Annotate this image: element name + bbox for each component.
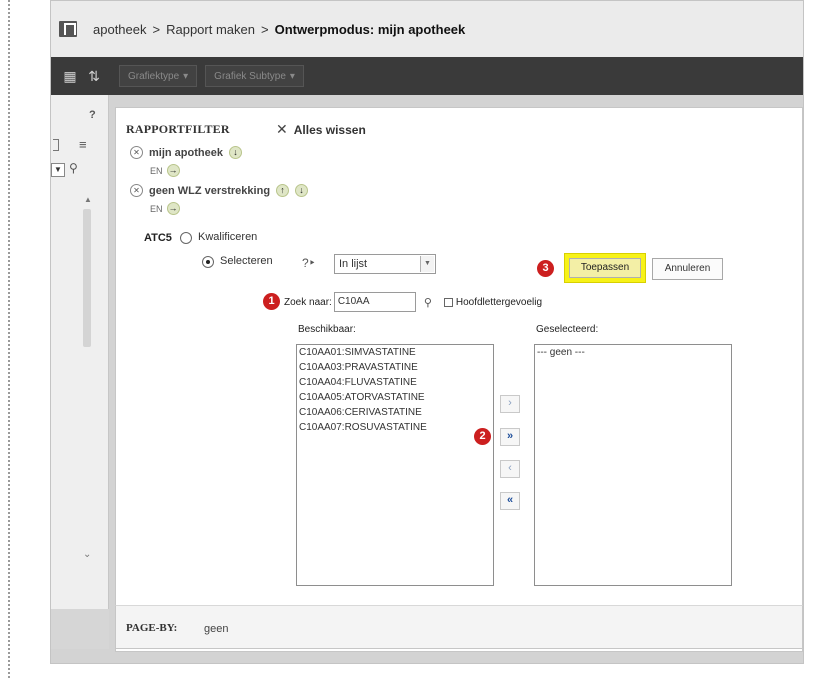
list-item[interactable]: C10AA07:ROSUVASTATINE <box>297 420 493 435</box>
atc-attribute-label: ATC5 <box>144 232 172 244</box>
crumb-separator: > <box>260 21 269 37</box>
report-home-icon[interactable] <box>59 21 77 37</box>
panel-toggle-icon[interactable] <box>53 139 59 151</box>
filter-title: RAPPORTFILTER <box>126 122 230 136</box>
scroll-down-icon[interactable]: ⌄ <box>83 549 91 560</box>
connector: EN → <box>150 202 180 215</box>
move-right-button[interactable]: › <box>500 395 520 413</box>
selected-label: Geselecteerd: <box>536 324 599 335</box>
move-left-button[interactable]: ‹ <box>500 460 520 478</box>
filter-condition[interactable]: ✕ mijn apotheek ↓ <box>130 146 242 159</box>
remove-condition-icon[interactable]: ✕ <box>130 146 143 159</box>
list-view-icon[interactable]: ≡ <box>79 137 87 152</box>
clear-all-button[interactable]: ✕ Alles wissen <box>276 121 366 138</box>
chart-type-label: Grafiektype <box>128 70 180 82</box>
chart-subtype-label: Grafiek Subtype <box>214 70 286 82</box>
step-3-badge: 3 <box>537 260 554 277</box>
crumb-apotheek[interactable]: apotheek <box>93 22 147 37</box>
qualify-radio[interactable] <box>180 232 192 244</box>
indent-icon[interactable]: → <box>166 164 180 177</box>
cancel-button[interactable]: Annuleren <box>652 258 723 280</box>
search-icon[interactable]: ⚲ <box>424 296 432 309</box>
operator-value: In lijst <box>339 258 368 270</box>
object-select[interactable]: ▼ <box>51 163 65 177</box>
clear-all-label: Alles wissen <box>293 122 366 137</box>
breadcrumb: apotheek > Rapport maken > Ontwerpmodus:… <box>93 22 465 37</box>
chart-subtype-dropdown[interactable]: Grafiek Subtype ▾ <box>205 65 304 87</box>
selected-listbox[interactable]: --- geen --- <box>534 344 732 586</box>
select-radio[interactable] <box>202 256 214 268</box>
connector-label[interactable]: EN <box>150 166 163 176</box>
search-label: Zoek naar: <box>284 296 332 308</box>
step-2-badge: 2 <box>474 428 491 445</box>
operator-dropdown[interactable]: In lijst ▼ <box>334 254 436 274</box>
left-pane-footer <box>51 609 109 649</box>
crumb-separator: > <box>152 21 161 37</box>
toolbar: ▦ ⇅ Grafiektype ▾ Grafiek Subtype ▾ <box>51 57 803 95</box>
list-item: --- geen --- <box>537 347 585 358</box>
search-row: Zoek naar: C10AA ⚲ Hoofdlettergevoelig <box>284 292 542 312</box>
list-item[interactable]: C10AA03:PRAVASTATINE <box>297 360 493 375</box>
move-up-icon[interactable]: ↑ <box>276 184 290 197</box>
help-icon[interactable]: ? <box>89 109 96 121</box>
search-input[interactable]: C10AA <box>333 292 416 312</box>
chart-type-dropdown[interactable]: Grafiektype ▾ <box>119 65 198 87</box>
scrollbar[interactable] <box>83 209 91 347</box>
list-item[interactable]: C10AA04:FLUVASTATINE <box>297 375 493 390</box>
object-browser-pane: ? ≡ ▼ ⚲ ▲ ⌄ <box>51 95 109 609</box>
remove-condition-icon[interactable]: ✕ <box>130 184 143 197</box>
chart-icon[interactable]: ▦ <box>61 68 79 85</box>
list-item[interactable]: C10AA01:SIMVASTATINE <box>297 345 493 360</box>
condition-label[interactable]: geen WLZ verstrekking <box>149 185 270 197</box>
dotted-border <box>8 0 10 678</box>
report-editor-window: apotheek > Rapport maken > Ontwerpmodus:… <box>50 0 804 664</box>
available-listbox[interactable]: C10AA01:SIMVASTATINE C10AA03:PRAVASTATIN… <box>296 344 494 586</box>
apply-button-highlight: Toepassen <box>564 253 646 283</box>
indent-icon[interactable]: → <box>166 202 180 215</box>
page-by-label: PAGE-BY: <box>126 622 178 634</box>
page: apotheek > Rapport maken > Ontwerpmodus:… <box>0 0 819 678</box>
connector-label[interactable]: EN <box>150 204 163 214</box>
list-item[interactable]: C10AA05:ATORVASTATINE <box>297 390 493 405</box>
crumb-current: Ontwerpmodus: mijn apotheek <box>274 21 466 37</box>
chevron-down-icon: ▾ <box>289 70 295 82</box>
move-all-right-button[interactable]: » <box>500 428 520 446</box>
sort-icon[interactable]: ⇅ <box>85 68 103 85</box>
help-icon[interactable]: ?‣ <box>302 256 316 270</box>
page-by-value[interactable]: geen <box>204 623 228 635</box>
condition-label[interactable]: mijn apotheek <box>149 147 223 159</box>
connector: EN → <box>150 164 180 177</box>
available-label: Beschikbaar: <box>298 324 356 335</box>
select-label: Selecteren <box>220 255 273 267</box>
apply-button[interactable]: Toepassen <box>569 258 641 278</box>
chevron-down-icon: ▾ <box>183 70 189 82</box>
move-down-icon[interactable]: ↓ <box>295 184 309 197</box>
close-icon: ✕ <box>276 121 288 137</box>
filter-condition[interactable]: ✕ geen WLZ verstrekking ↑ ↓ <box>130 184 309 197</box>
search-icon[interactable]: ⚲ <box>69 161 78 175</box>
case-sensitive-label: Hoofdlettergevoelig <box>455 296 543 308</box>
scroll-up-icon[interactable]: ▲ <box>84 195 92 204</box>
move-all-left-button[interactable]: « <box>500 492 520 510</box>
case-sensitive-checkbox[interactable] <box>443 297 453 307</box>
crumb-rapport-maken[interactable]: Rapport maken <box>166 22 255 37</box>
report-filter-panel: RAPPORTFILTER ✕ Alles wissen ✕ mijn apot… <box>115 107 803 652</box>
page-by-bar: PAGE-BY: geen <box>115 605 803 649</box>
list-item[interactable]: C10AA06:CERIVASTATINE <box>297 405 493 420</box>
chevron-down-icon: ▼ <box>420 256 434 272</box>
step-1-badge: 1 <box>263 293 280 310</box>
breadcrumb-bar: apotheek > Rapport maken > Ontwerpmodus:… <box>51 1 803 57</box>
move-down-icon[interactable]: ↓ <box>228 146 242 159</box>
qualify-label: Kwalificeren <box>198 231 258 243</box>
